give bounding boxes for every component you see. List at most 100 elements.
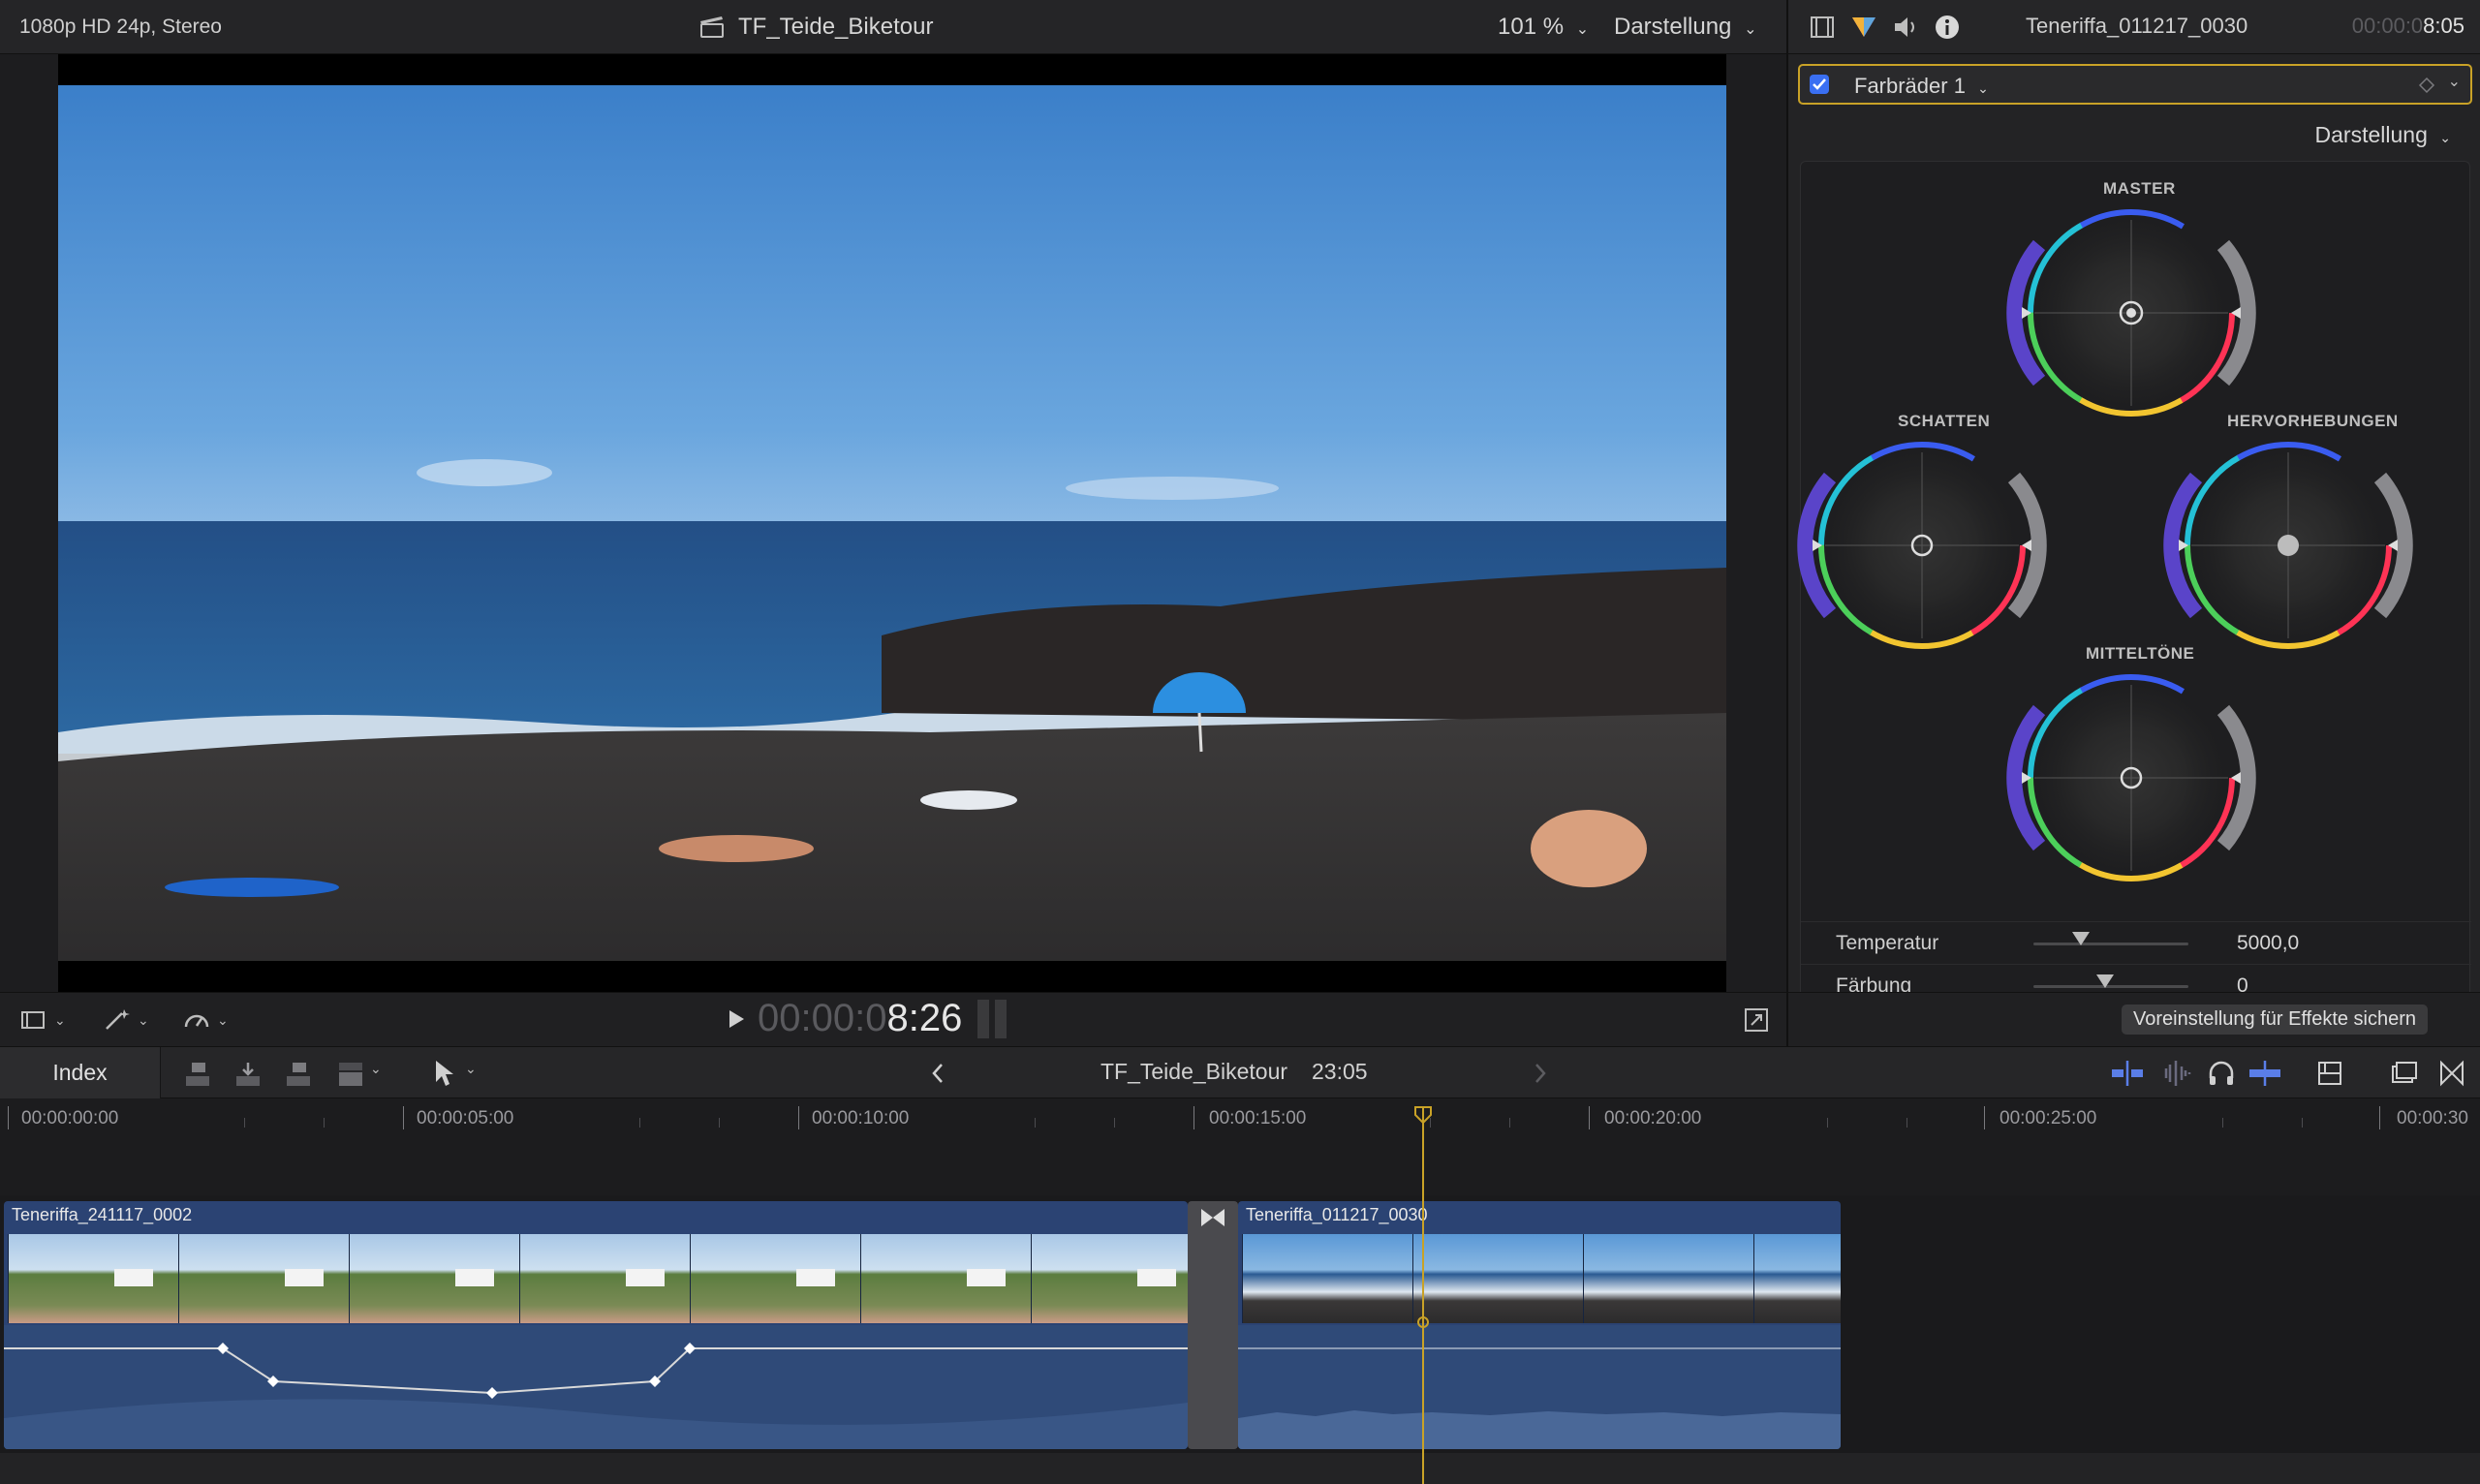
index-button[interactable]: Index [0, 1047, 161, 1098]
insert-clip-icon[interactable] [232, 1059, 264, 1090]
beach-scene-image [58, 54, 1726, 992]
video-frame[interactable] [58, 54, 1726, 992]
cross-dissolve-transition[interactable] [1188, 1201, 1238, 1449]
clapperboard-icon [700, 16, 724, 38]
forward-arrow-icon[interactable] [1531, 1061, 1550, 1086]
speaker-icon[interactable] [1893, 15, 1920, 39]
tint-slider-knob[interactable] [2096, 974, 2114, 988]
headphones-icon[interactable] [2207, 1059, 2236, 1088]
viewer-timecode[interactable]: 00:00:08:26 [727, 997, 1012, 1040]
temperature-label: Temperatur [1836, 932, 1939, 954]
clip-appearance-icon[interactable] [2315, 1059, 2344, 1088]
film-icon[interactable] [1810, 15, 1835, 39]
temperature-slider[interactable] [2033, 943, 2188, 945]
timecode-dim: 00:00:0 [758, 997, 887, 1039]
chevron-down-icon: ⌄ [1575, 21, 1590, 38]
timeline-index-icon[interactable] [2389, 1059, 2418, 1088]
ruler-tick [2379, 1106, 2380, 1129]
ruler-tick [324, 1118, 325, 1128]
effect-selector[interactable]: Farbräder 1 ⌄ ⌄ [1798, 64, 2472, 105]
viewer-header: 1080p HD 24p, Stereo TF_Teide_Biketour 1… [0, 0, 1786, 54]
viewer-view-menu[interactable]: Darstellung ⌄ [1614, 14, 1756, 41]
keyframe-icon[interactable] [2418, 77, 2435, 94]
append-clip-icon[interactable] [283, 1059, 314, 1090]
master-wheel-label: MASTER [2103, 179, 2176, 198]
temperature-value[interactable]: 5000,0 [2237, 932, 2299, 955]
layout-icon [21, 1011, 45, 1029]
ruler-tick [1035, 1118, 1036, 1128]
chevron-down-icon[interactable]: ⌄ [465, 1061, 477, 1077]
chevron-down-icon: ⌄ [2439, 130, 2451, 145]
chevron-down-icon[interactable]: ⌄ [370, 1061, 382, 1077]
color-wheels-panel: MASTER SCHATTEN HERVORHEBUNGEN MITTELTÖN… [1797, 161, 2471, 998]
inspector-timecode-dim: 00:00:0 [2351, 14, 2424, 38]
overwrite-clip-icon[interactable] [335, 1059, 366, 1090]
inspector-footer: Voreinstellung für Effekte sichern [1788, 992, 2480, 1046]
clip-teneriffa-011217-0030[interactable]: Teneriffa_011217_0030 [1238, 1201, 1841, 1449]
viewer-toolbar: ⌄ ⌄ ⌄ 00:00:08:26 [0, 992, 1786, 1046]
audio-volume-curve[interactable] [4, 1325, 1188, 1449]
transform-tool-menu[interactable]: ⌄ [103, 1006, 149, 1034]
shadows-wheel-label: SCHATTEN [1898, 412, 1991, 430]
info-icon[interactable] [1934, 14, 1961, 41]
viewer [0, 54, 1786, 992]
ruler-tick [8, 1106, 9, 1129]
playhead[interactable] [1422, 1106, 1424, 1484]
shadows-color-wheel[interactable] [1791, 439, 2053, 652]
play-icon[interactable] [727, 1008, 746, 1030]
chevron-down-icon: ⌄ [1744, 21, 1757, 38]
snapping-icon[interactable] [2248, 1059, 2282, 1088]
clip-filmstrip [8, 1234, 1188, 1323]
project-title-text: TF_Teide_Biketour [738, 14, 934, 40]
effect-enable-checkbox[interactable] [1810, 75, 1829, 94]
ruler-tick [1509, 1118, 1510, 1128]
retime-menu[interactable]: ⌄ [182, 1006, 229, 1034]
inspector-view-menu[interactable]: Darstellung ⌄ [2315, 122, 2451, 148]
audio-waveform [1238, 1325, 1841, 1449]
ruler-label: 00:00:20:00 [1604, 1108, 1702, 1128]
back-arrow-icon[interactable] [928, 1061, 947, 1086]
zoom-menu[interactable]: 101 % ⌄ [1498, 14, 1589, 41]
timeline-ruler[interactable]: 00:00:00:00 00:00:05:00 00:00:10:00 00:0… [0, 1098, 2480, 1195]
ruler-tick [719, 1118, 720, 1128]
playhead-handle-icon[interactable] [1414, 1106, 1432, 1124]
video-skimming-icon[interactable] [2110, 1059, 2145, 1088]
clip-audio-waveform[interactable] [1238, 1325, 1841, 1449]
viewer-options-menu[interactable]: ⌄ [19, 1006, 66, 1034]
color-inspector-icon[interactable] [1850, 15, 1877, 39]
ruler-tick [639, 1118, 640, 1128]
expand-icon [1745, 1008, 1768, 1032]
clip-teneriffa-241117-0002[interactable]: Teneriffa_241117_0002 [4, 1201, 1188, 1449]
inspector-timecode-bright: 8:05 [2423, 14, 2464, 38]
save-effects-preset-button[interactable]: Voreinstellung für Effekte sichern [2122, 1005, 2429, 1035]
clip-name: Teneriffa_011217_0030 [1246, 1205, 1428, 1224]
ruler-label: 00:00:25:00 [2000, 1108, 2097, 1128]
ruler-tick [244, 1118, 245, 1128]
clip-audio-waveform[interactable] [4, 1325, 1188, 1449]
select-tool-icon[interactable] [432, 1059, 457, 1088]
effect-name-menu[interactable]: Farbräder 1 ⌄ [1854, 74, 1989, 99]
temperature-row: Temperatur 5000,0 [1801, 921, 2471, 964]
view-menu-label: Darstellung [1614, 14, 1732, 40]
chevron-down-icon: ⌄ [138, 1011, 149, 1028]
format-label: 1080p HD 24p, Stereo [19, 15, 222, 38]
fullscreen-button[interactable] [1744, 1006, 1769, 1034]
master-color-wheel[interactable] [2000, 206, 2262, 419]
timeline-footer [0, 1453, 2480, 1484]
ruler-tick [2222, 1118, 2223, 1128]
transitions-browser-icon[interactable] [2437, 1059, 2466, 1088]
connect-clip-icon[interactable] [182, 1059, 213, 1090]
midtones-color-wheel[interactable] [2000, 671, 2262, 884]
ruler-tick [1906, 1118, 1907, 1128]
clip-name: Teneriffa_241117_0002 [12, 1205, 193, 1224]
chevron-down-icon: ⌄ [1977, 80, 1989, 96]
highlights-color-wheel[interactable] [2157, 439, 2419, 652]
inspector-header: Teneriffa_011217_0030 00:00:08:05 [1788, 0, 2480, 54]
inspector: Teneriffa_011217_0030 00:00:08:05 Farbrä… [1786, 0, 2480, 1046]
chevron-down-icon[interactable]: ⌄ [2448, 72, 2461, 91]
zoom-value: 101 % [1498, 14, 1565, 40]
ruler-tick [2302, 1118, 2303, 1128]
audio-skimming-icon[interactable] [2158, 1059, 2193, 1088]
timeline-project-name: TF_Teide_Biketour [1100, 1059, 1288, 1084]
temperature-slider-knob[interactable] [2072, 932, 2090, 945]
